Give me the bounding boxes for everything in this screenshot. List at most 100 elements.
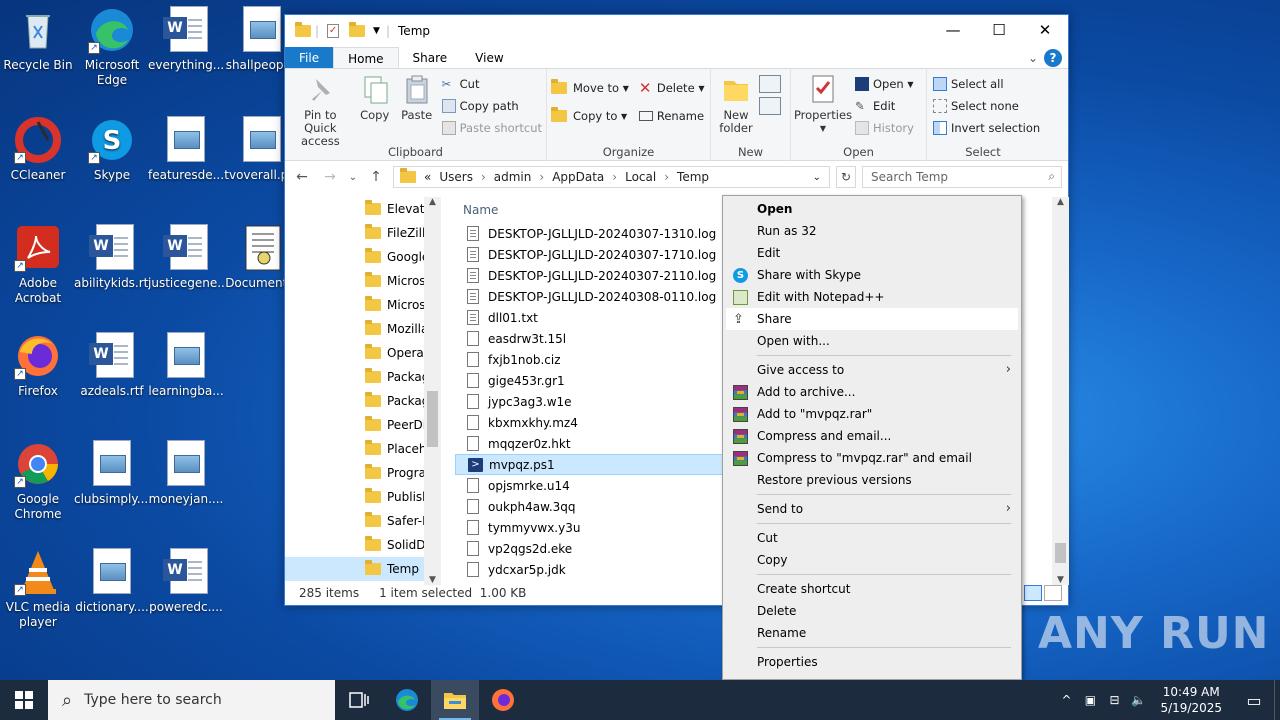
help-icon[interactable]: ? (1044, 49, 1062, 67)
desktop-icon-azdeals[interactable]: W azdeals.rtf (74, 332, 150, 399)
nav-item[interactable]: Safer-N (285, 509, 440, 533)
copy-path-button[interactable]: Copy path (441, 95, 542, 117)
menu-delete[interactable]: Delete (723, 600, 1021, 622)
breadcrumb-users[interactable]: Users (439, 170, 473, 184)
file-row[interactable]: easdrw3t.15l (455, 328, 725, 349)
menu-share-skype[interactable]: S Share with Skype (723, 264, 1021, 286)
search-box[interactable]: Search Temp ⌕ (862, 166, 1062, 188)
menu-cut[interactable]: Cut (723, 527, 1021, 549)
tab-view[interactable]: View (461, 47, 517, 68)
menu-create-shortcut[interactable]: Create shortcut (723, 578, 1021, 600)
breadcrumb-admin[interactable]: admin (494, 170, 532, 184)
back-button[interactable]: ← (291, 169, 313, 185)
desktop-icon-poweredc[interactable]: W poweredc.... (148, 548, 224, 615)
desktop-icon-firefox[interactable]: ↗ Firefox (0, 332, 76, 399)
file-row[interactable]: gige453r.gr1 (455, 370, 725, 391)
file-row[interactable]: oukph4aw.3qq (455, 496, 725, 517)
details-view-icon[interactable] (1024, 585, 1042, 601)
title-bar[interactable]: | ✓ ▼ | Temp — ☐ ✕ (285, 15, 1068, 47)
desktop-icon-dictionary[interactable]: dictionary.... (74, 548, 150, 615)
start-button[interactable] (0, 680, 48, 720)
menu-add-archive[interactable]: Add to archive... (723, 381, 1021, 403)
menu-rename[interactable]: Rename (723, 622, 1021, 644)
edit-button[interactable]: ✎ Edit (855, 95, 914, 117)
tab-share[interactable]: Share (399, 47, 462, 68)
taskbar-search[interactable]: ⌕ Type here to search (48, 680, 335, 720)
menu-properties[interactable]: Properties (723, 651, 1021, 673)
menu-give-access[interactable]: Give access to › (723, 359, 1021, 381)
volume-icon[interactable]: 🔈 (1126, 693, 1150, 707)
up-button[interactable]: ↑ (365, 169, 387, 185)
paste-shortcut-button[interactable]: Paste shortcut (441, 117, 542, 139)
new-folder-button[interactable]: New folder (715, 73, 757, 135)
properties-button[interactable]: Properties ▼ (794, 73, 852, 139)
nav-item[interactable]: Elevate (285, 197, 440, 221)
nav-item[interactable]: Microso (285, 269, 440, 293)
menu-restore-versions[interactable]: Restore previous versions (723, 469, 1021, 491)
properties-quick-icon[interactable]: ✓ (327, 24, 340, 38)
file-row[interactable]: DESKTOP-JGLLJLD-20240307-1710.log (455, 244, 725, 265)
nav-item[interactable]: Packag (285, 389, 440, 413)
nav-item[interactable]: SolidDo (285, 533, 440, 557)
notifications-icon[interactable]: ▭ (1234, 691, 1274, 710)
nav-item[interactable]: Progran (285, 461, 440, 485)
menu-add-rar[interactable]: Add to "mvpqz.rar" (723, 403, 1021, 425)
network-status-icon[interactable]: ▣ (1078, 693, 1102, 707)
quick-access-dropdown-icon[interactable]: ▼ (373, 26, 380, 36)
show-desktop-button[interactable] (1274, 680, 1280, 720)
desktop-icon-edge[interactable]: ↗ Microsoft Edge (74, 6, 150, 88)
easy-access-icon[interactable] (759, 97, 781, 115)
file-row[interactable]: mqqzer0z.hkt (455, 433, 725, 454)
pin-quick-access-button[interactable]: Pin to Quick access (289, 73, 352, 148)
file-row[interactable]: tymmyvwx.y3u (455, 517, 725, 538)
forward-button[interactable]: → (319, 169, 341, 185)
file-row[interactable]: DESKTOP-JGLLJLD-20240307-2110.log (455, 265, 725, 286)
file-row[interactable]: opjsmrke.u14 (455, 475, 725, 496)
clock[interactable]: 10:49 AM 5/19/2025 (1160, 684, 1222, 716)
file-row-selected[interactable]: > mvpqz.ps1 (455, 454, 725, 475)
rename-button[interactable]: Rename (638, 105, 705, 127)
desktop-icon-everything[interactable]: W everything.... (148, 6, 224, 73)
invert-selection-button[interactable]: Invert selection (933, 117, 1040, 139)
desktop-icon-adobe-acrobat[interactable]: ↗ Adobe Acrobat (0, 224, 76, 306)
desktop-icon-justicegene[interactable]: W justicegene... (148, 224, 224, 291)
menu-send-to[interactable]: Send to › (723, 498, 1021, 520)
nav-item[interactable]: Microso (285, 293, 440, 317)
nav-item-temp[interactable]: Temp (285, 557, 440, 581)
taskbar-edge[interactable] (383, 680, 431, 720)
file-row[interactable]: DESKTOP-JGLLJLD-20240308-0110.log (455, 286, 725, 307)
desktop-icon-learningba[interactable]: learningba... (148, 332, 224, 399)
menu-edit[interactable]: Edit (723, 242, 1021, 264)
recent-locations-button[interactable]: ⌄ (347, 172, 359, 183)
show-hidden-icons-icon[interactable]: ^ (1054, 693, 1078, 707)
paste-button[interactable]: Paste (398, 73, 436, 148)
file-row[interactable]: DESKTOP-JGLLJLD-20240307-1310.log (455, 223, 725, 244)
menu-run-as-32[interactable]: Run as 32 (723, 220, 1021, 242)
file-row[interactable]: jypc3ag3.w1e (455, 391, 725, 412)
desktop-icon-featuresde[interactable]: featuresde... (148, 116, 224, 183)
refresh-button[interactable]: ↻ (836, 166, 856, 188)
copy-to-button[interactable]: Copy to ▼ (551, 105, 629, 127)
menu-compress-rar-email[interactable]: Compress to "mvpqz.rar" and email (723, 447, 1021, 469)
task-view-button[interactable] (335, 680, 383, 720)
menu-edit-notepad[interactable]: Edit with Notepad++ (723, 286, 1021, 308)
tab-file[interactable]: File (285, 47, 334, 68)
breadcrumb-temp[interactable]: Temp (677, 170, 709, 184)
close-button[interactable]: ✕ (1022, 15, 1068, 45)
maximize-button[interactable]: ☐ (976, 15, 1022, 45)
delete-button[interactable]: ✕ Delete ▼ (639, 77, 705, 99)
network-icon[interactable]: ⊟ (1102, 693, 1126, 707)
desktop-icon-clubsimply[interactable]: clubsimply.... (74, 440, 150, 507)
cut-button[interactable]: ✂ Cut (442, 73, 542, 95)
new-item-icon[interactable] (759, 75, 781, 93)
menu-open-with[interactable]: Open with... (723, 330, 1021, 352)
address-dropdown-icon[interactable]: ⌄ (813, 172, 821, 183)
desktop-icon-chrome[interactable]: ↗ Google Chrome (0, 440, 76, 522)
minimize-button[interactable]: — (930, 15, 976, 45)
tab-home[interactable]: Home (333, 47, 399, 68)
desktop-icon-moneyjan[interactable]: moneyjan.... (148, 440, 224, 507)
desktop-icon-skype[interactable]: S ↗ Skype (74, 116, 150, 183)
nav-item[interactable]: PeerDis (285, 413, 440, 437)
breadcrumb-appdata[interactable]: AppData (552, 170, 604, 184)
file-row[interactable]: vp2qgs2d.eke (455, 538, 725, 559)
